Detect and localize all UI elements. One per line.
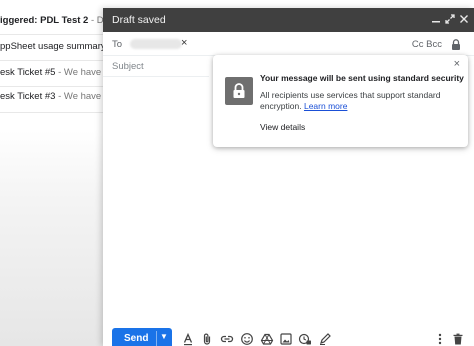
inbox-row[interactable]: iggered: PDL Test 2 - Data (0, 8, 110, 34)
send-button[interactable]: Send ▼ (112, 328, 172, 346)
cc-bcc-link[interactable]: Cc Bcc (412, 39, 442, 50)
lock-icon[interactable] (450, 38, 462, 51)
send-label: Send (124, 333, 149, 344)
inbox-sender: esk Ticket #5 (0, 67, 56, 78)
subject-placeholder: Subject (112, 61, 144, 72)
signature-icon[interactable] (318, 332, 332, 346)
schedule-send-dropdown-icon[interactable]: ▼ (160, 332, 168, 341)
to-label: To (112, 39, 123, 50)
to-field[interactable]: To × Cc Bcc (103, 34, 474, 56)
link-icon[interactable] (220, 332, 234, 346)
inbox-sender: iggered: PDL Test 2 (0, 15, 89, 26)
view-details-link[interactable]: View details (260, 122, 305, 132)
discard-icon[interactable] (451, 332, 465, 346)
popup-title: Your message will be sent using standard… (260, 73, 464, 83)
recipient-chip[interactable] (130, 39, 182, 49)
attach-icon[interactable] (200, 332, 214, 346)
inbox-row[interactable]: esk Ticket #3 - We have re (0, 84, 110, 110)
inbox-row[interactable]: esk Ticket #5 - We have re (0, 60, 110, 86)
close-icon[interactable] (457, 12, 471, 26)
text-format-icon[interactable] (181, 332, 195, 346)
subject-field[interactable]: Subject (103, 56, 209, 77)
compose-toolbar: Send ▼ (103, 328, 474, 346)
inbox-sender: ppSheet usage summary a (0, 41, 110, 52)
confidential-icon[interactable] (298, 332, 312, 346)
popup-description-text: All recipients use services that support… (260, 90, 441, 111)
inbox-snippet: - We have re (55, 91, 110, 102)
close-icon[interactable]: × (454, 58, 460, 70)
compose-header[interactable]: Draft saved (103, 8, 474, 32)
learn-more-link[interactable]: Learn more (304, 101, 347, 111)
inbox-row[interactable]: ppSheet usage summary a (0, 34, 110, 60)
chip-remove-icon[interactable]: × (181, 37, 187, 49)
drive-icon[interactable] (260, 332, 274, 346)
compose-window: Draft saved To × Cc Bcc Subject × Your m… (103, 8, 474, 346)
inbox-snippet: - We have re (55, 67, 110, 78)
photo-icon[interactable] (279, 332, 293, 346)
send-separator (156, 331, 157, 346)
popup-description: All recipients use services that support… (260, 90, 460, 112)
minimize-icon[interactable] (429, 12, 443, 26)
expand-icon[interactable] (443, 12, 457, 26)
security-popup: × Your message will be sent using standa… (213, 55, 468, 147)
more-options-icon[interactable] (433, 332, 447, 346)
inbox-sender: esk Ticket #3 (0, 91, 56, 102)
inbox-divider (0, 112, 104, 113)
emoji-icon[interactable] (240, 332, 254, 346)
compose-title: Draft saved (112, 14, 166, 26)
lock-icon (225, 77, 253, 105)
